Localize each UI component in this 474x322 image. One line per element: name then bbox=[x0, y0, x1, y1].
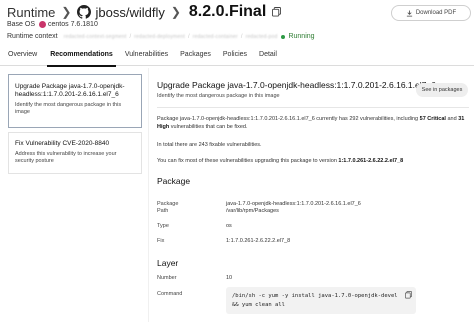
recommendation-card[interactable]: Upgrade Package java-1.7.0-openjdk-headl… bbox=[8, 74, 142, 128]
command-block: /bin/sh -c yum -y install java-1.7.0-ope… bbox=[226, 287, 416, 314]
recommendation-title: Fix Vulnerability CVE-2020-8840 bbox=[15, 140, 110, 147]
chevron-right-icon: ❯ bbox=[170, 5, 181, 19]
chevron-right-icon: ❯ bbox=[61, 5, 72, 19]
field-key: Fix bbox=[157, 238, 165, 244]
critical-count: 57 Critical bbox=[419, 116, 446, 122]
centos-icon bbox=[39, 21, 47, 28]
recommendation-description: Address this vulnerability to increase y… bbox=[15, 151, 117, 164]
field-key: Number bbox=[157, 275, 177, 281]
detail-summary: Package java-1.7.0-openjdk-headless:1:1.… bbox=[157, 115, 469, 131]
base-os-label: Base OS bbox=[7, 21, 36, 28]
summary-text: and bbox=[445, 116, 459, 122]
package-section-title: Package bbox=[157, 176, 191, 186]
tab-bar: Overview Recommendations Vulnerabilities… bbox=[0, 46, 474, 67]
tab-detail[interactable]: Detail bbox=[259, 46, 277, 66]
copy-icon[interactable] bbox=[405, 291, 412, 299]
download-icon bbox=[406, 9, 412, 17]
tab-vulnerabilities[interactable]: Vulnerabilities bbox=[125, 46, 168, 66]
base-os: Base OS centos 7.6.1810 bbox=[7, 21, 98, 28]
command-text: /bin/sh -c yum -y install java-1.7.0-ope… bbox=[232, 293, 401, 308]
runtime-context-label: Runtime context bbox=[7, 33, 58, 40]
runtime-context: Runtime context redacted-context-segment… bbox=[7, 33, 315, 40]
base-os-value: centos 7.6.1810 bbox=[48, 21, 98, 28]
separator-icon: / bbox=[240, 33, 243, 40]
context-segment[interactable]: redacted-deployment bbox=[134, 34, 185, 40]
summary-text: Package java-1.7.0-openjdk-headless:1:1.… bbox=[157, 116, 420, 122]
tab-packages[interactable]: Packages bbox=[180, 46, 211, 66]
fix-text: You can fix most of these vulnerabilitie… bbox=[157, 158, 339, 164]
field-key: Command bbox=[157, 291, 183, 297]
download-pdf-button[interactable]: Download PDF bbox=[391, 5, 471, 21]
field-value: 10 bbox=[226, 275, 233, 281]
separator-icon: / bbox=[129, 33, 132, 40]
context-segment[interactable]: redacted-pod bbox=[246, 34, 278, 40]
field-value: java-1.7.0-openjdk-headless:1:1.7.0.201-… bbox=[226, 201, 361, 207]
repository-name: jboss/wildfly bbox=[95, 4, 165, 20]
copy-icon[interactable] bbox=[272, 7, 282, 17]
tab-recommendations[interactable]: Recommendations bbox=[47, 46, 116, 67]
summary-text: vulnerabilities that can be fixed. bbox=[169, 124, 248, 130]
field-key: Path bbox=[157, 208, 169, 214]
breadcrumb-runtime[interactable]: Runtime bbox=[7, 5, 55, 20]
fix-version: 1:1.7.0.261-2.6.22.2.el7_8 bbox=[338, 158, 404, 164]
status-label: Running bbox=[288, 33, 315, 40]
image-tag: 8.2.0.Final bbox=[188, 3, 267, 20]
tab-overview[interactable]: Overview bbox=[8, 46, 37, 66]
status-badge: Running bbox=[281, 33, 315, 40]
fixable-summary: In total there are 243 fixable vulnerabi… bbox=[157, 142, 262, 148]
recommendation-title: Upgrade Package java-1.7.0-openjdk-headl… bbox=[15, 83, 125, 98]
field-key: Type bbox=[157, 223, 169, 229]
field-value: os bbox=[226, 223, 232, 229]
tab-policies[interactable]: Policies bbox=[223, 46, 247, 66]
download-pdf-label: Download PDF bbox=[415, 10, 457, 16]
fix-recommendation: You can fix most of these vulnerabilitie… bbox=[157, 157, 469, 165]
separator-icon: / bbox=[187, 33, 190, 40]
divider bbox=[148, 68, 149, 322]
status-dot-icon bbox=[281, 34, 286, 39]
field-key: Package bbox=[157, 201, 179, 207]
page-header: Runtime ❯ jboss/wildfly ❯ 8.2.0.Final Do… bbox=[0, 0, 474, 68]
context-segment[interactable]: redacted-container bbox=[193, 34, 238, 40]
github-icon bbox=[77, 5, 92, 19]
field-value: 1:1.7.0.261-2.6.22.2.el7_8 bbox=[226, 238, 291, 244]
see-in-packages-button[interactable]: See in packages bbox=[416, 83, 468, 97]
divider bbox=[157, 107, 469, 108]
context-segment[interactable]: redacted-context-segment bbox=[64, 34, 127, 40]
breadcrumb: Runtime ❯ jboss/wildfly ❯ 8.2.0.Final bbox=[7, 3, 282, 21]
recommendation-description: Identify the most dangerous package in t… bbox=[15, 102, 122, 115]
layer-section-title: Layer bbox=[157, 258, 179, 268]
field-value: /var/lib/rpm/Packages bbox=[226, 208, 279, 214]
recommendation-card[interactable]: Fix Vulnerability CVE-2020-8840 Address … bbox=[8, 132, 142, 174]
